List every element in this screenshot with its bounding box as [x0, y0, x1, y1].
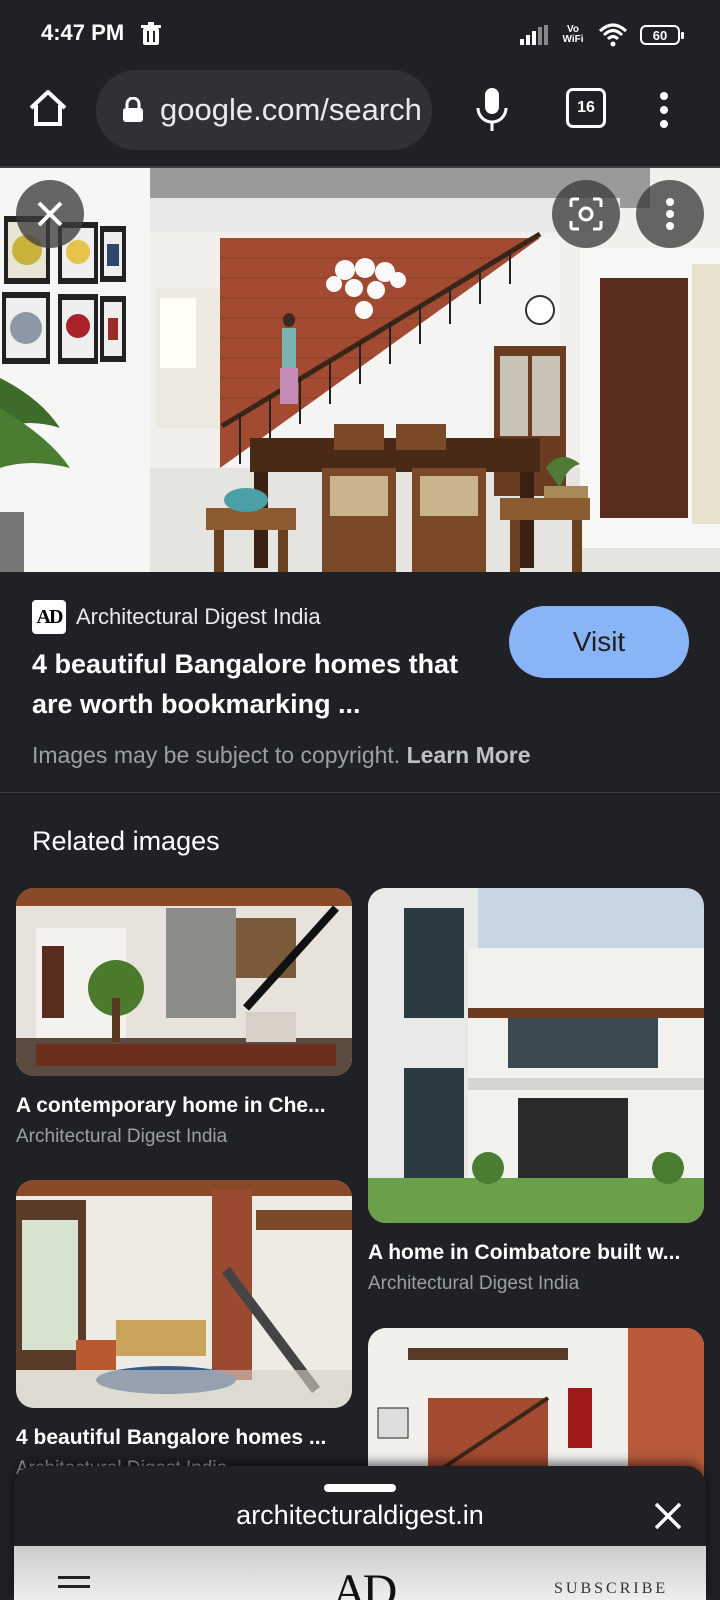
tab-switcher-button[interactable]: 16	[566, 88, 606, 128]
battery-icon: 60	[640, 25, 684, 45]
preview-image[interactable]	[0, 168, 720, 572]
url-text: google.com/search	[160, 92, 422, 127]
home-icon[interactable]	[26, 86, 70, 130]
result-info: AD Architectural Digest India 4 beautifu…	[0, 572, 720, 793]
learn-more-link[interactable]: Learn More	[407, 742, 531, 768]
source-name: Architectural Digest India	[76, 604, 321, 629]
lens-search-button[interactable]	[552, 180, 620, 248]
microphone-icon[interactable]	[474, 86, 510, 132]
subscribe-link: SUBSCRIBE	[554, 1580, 669, 1597]
site-preview: AD SUBSCRIBE	[14, 1546, 706, 1600]
related-thumbnail	[368, 888, 704, 1223]
drag-handle[interactable]	[324, 1484, 396, 1492]
related-card[interactable]: 4 beautiful Bangalore homes ... Architec…	[16, 1180, 352, 1480]
site-logo: AD	[32, 600, 66, 634]
trash-notification-icon	[141, 22, 161, 45]
related-title: 4 beautiful Bangalore homes ...	[16, 1426, 327, 1449]
close-icon[interactable]	[652, 1500, 684, 1532]
lock-icon	[123, 97, 143, 122]
signal-icon	[520, 25, 548, 45]
status-bar: 4:47 PM Vo WiFi 60	[0, 0, 720, 70]
status-time: 4:47 PM	[41, 20, 125, 45]
result-title[interactable]: 4 beautiful Bangalore homes that are wor…	[32, 644, 502, 724]
copyright-text: Images may be subject to copyright.	[32, 742, 401, 768]
vertical-dots-icon	[666, 198, 674, 230]
related-title: A home in Coimbatore built w...	[368, 1241, 681, 1264]
browser-toolbar: google.com/search 16	[0, 70, 720, 168]
more-options-icon[interactable]	[654, 92, 674, 128]
related-title: A contemporary home in Che...	[16, 1094, 326, 1117]
preview-logo: AD	[332, 1565, 397, 1600]
related-images-heading: Related images	[32, 826, 220, 856]
related-thumbnail	[16, 1180, 352, 1408]
related-card[interactable]: A contemporary home in Che... Architectu…	[16, 888, 352, 1148]
close-icon	[37, 201, 63, 227]
hamburger-icon	[58, 1576, 90, 1594]
sheet-url: architecturaldigest.in	[236, 1500, 484, 1530]
image-more-options-button[interactable]	[636, 180, 704, 248]
close-viewer-button[interactable]	[16, 180, 84, 248]
status-icons: Vo WiFi 60	[520, 20, 684, 50]
wifi-icon	[598, 23, 628, 47]
lens-icon	[569, 197, 603, 231]
related-card[interactable]: A home in Coimbatore built w... Architec…	[368, 888, 704, 1295]
copyright-notice: Images may be subject to copyright. Lear…	[32, 742, 531, 769]
related-thumbnail	[16, 888, 352, 1076]
address-bar[interactable]: google.com/search	[96, 70, 432, 150]
related-source: Architectural Digest India	[368, 1273, 580, 1294]
related-source: Architectural Digest India	[16, 1126, 228, 1147]
vowifi-label: Vo WiFi	[562, 24, 584, 45]
site-preview-sheet[interactable]: architecturaldigest.in AD SUBSCRIBE	[14, 1466, 706, 1600]
result-source[interactable]: AD Architectural Digest India	[32, 600, 321, 634]
visit-button[interactable]: Visit	[509, 606, 689, 678]
